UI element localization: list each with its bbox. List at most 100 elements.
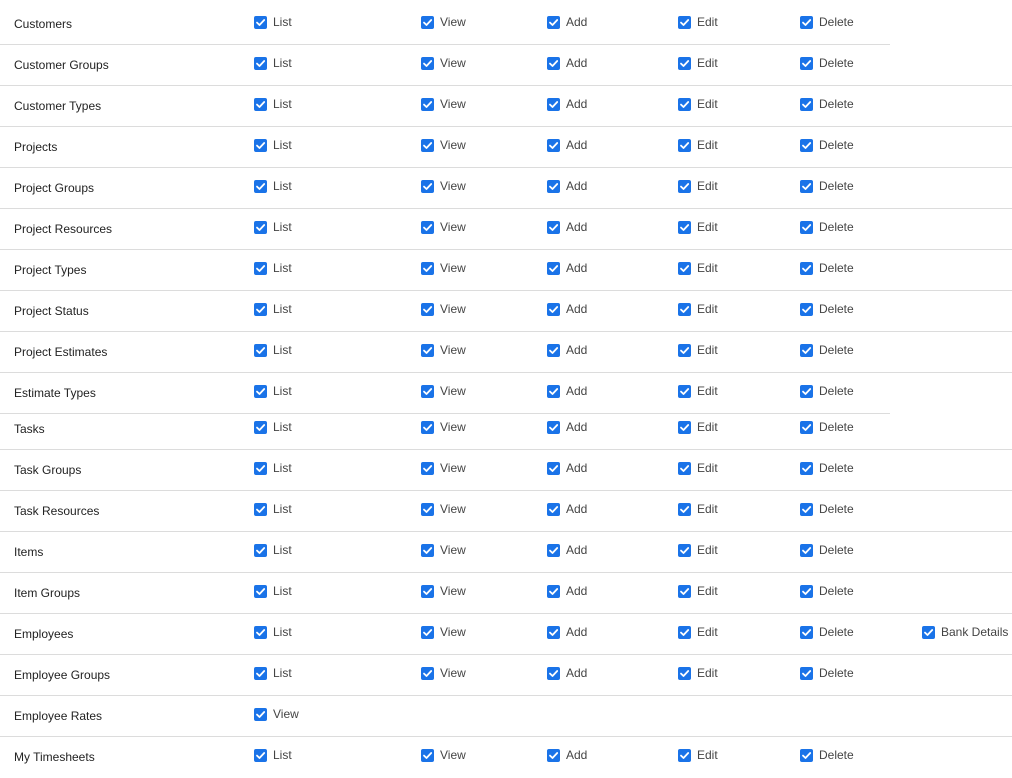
permission-delete-checkbox[interactable]: Delete: [800, 261, 854, 275]
permission-list-checkbox[interactable]: List: [254, 625, 292, 639]
permission-delete-checkbox[interactable]: Delete: [800, 220, 854, 234]
permission-list-checkbox[interactable]: List: [254, 543, 292, 557]
checkmark-icon[interactable]: [678, 502, 691, 516]
permission-list-checkbox[interactable]: List: [254, 138, 292, 152]
checkmark-icon[interactable]: [254, 420, 267, 434]
permission-view-checkbox[interactable]: View: [421, 748, 466, 762]
checkmark-icon[interactable]: [254, 261, 267, 275]
permission-add-checkbox[interactable]: Add: [547, 343, 587, 357]
checkmark-icon[interactable]: [800, 138, 813, 152]
checkmark-icon[interactable]: [800, 343, 813, 357]
checkmark-icon[interactable]: [421, 420, 434, 434]
checkmark-icon[interactable]: [254, 461, 267, 475]
checkmark-icon[interactable]: [254, 584, 267, 598]
permission-view-checkbox[interactable]: View: [421, 384, 466, 398]
checkmark-icon[interactable]: [800, 461, 813, 475]
permission-delete-checkbox[interactable]: Delete: [800, 420, 854, 434]
permission-add-checkbox[interactable]: Add: [547, 56, 587, 70]
checkmark-icon[interactable]: [421, 666, 434, 680]
permission-edit-checkbox[interactable]: Edit: [678, 220, 718, 234]
permission-edit-checkbox[interactable]: Edit: [678, 97, 718, 111]
permission-add-checkbox[interactable]: Add: [547, 420, 587, 434]
checkmark-icon[interactable]: [678, 625, 691, 639]
checkmark-icon[interactable]: [421, 261, 434, 275]
permission-delete-checkbox[interactable]: Delete: [800, 748, 854, 762]
checkmark-icon[interactable]: [254, 179, 267, 193]
permission-list-checkbox[interactable]: List: [254, 748, 292, 762]
permission-view-checkbox[interactable]: View: [421, 343, 466, 357]
permission-edit-checkbox[interactable]: Edit: [678, 138, 718, 152]
permission-delete-checkbox[interactable]: Delete: [800, 302, 854, 316]
checkmark-icon[interactable]: [254, 625, 267, 639]
checkmark-icon[interactable]: [800, 97, 813, 111]
checkmark-icon[interactable]: [421, 56, 434, 70]
permission-list-checkbox[interactable]: List: [254, 220, 292, 234]
permission-edit-checkbox[interactable]: Edit: [678, 748, 718, 762]
permission-list-checkbox[interactable]: List: [254, 97, 292, 111]
checkmark-icon[interactable]: [421, 384, 434, 398]
checkmark-icon[interactable]: [254, 97, 267, 111]
permission-view-checkbox[interactable]: View: [421, 543, 466, 557]
permission-edit-checkbox[interactable]: Edit: [678, 502, 718, 516]
checkmark-icon[interactable]: [547, 261, 560, 275]
permission-add-checkbox[interactable]: Add: [547, 666, 587, 680]
permission-list-checkbox[interactable]: List: [254, 56, 292, 70]
checkmark-icon[interactable]: [547, 179, 560, 193]
checkmark-icon[interactable]: [800, 748, 813, 762]
permission-list-checkbox[interactable]: List: [254, 261, 292, 275]
permission-delete-checkbox[interactable]: Delete: [800, 502, 854, 516]
checkmark-icon[interactable]: [421, 220, 434, 234]
checkmark-icon[interactable]: [254, 543, 267, 557]
checkmark-icon[interactable]: [421, 138, 434, 152]
checkmark-icon[interactable]: [800, 502, 813, 516]
checkmark-icon[interactable]: [678, 748, 691, 762]
permission-view-checkbox[interactable]: View: [421, 420, 466, 434]
permission-view-checkbox[interactable]: View: [421, 97, 466, 111]
checkmark-icon[interactable]: [547, 543, 560, 557]
permission-delete-checkbox[interactable]: Delete: [800, 584, 854, 598]
permission-view-checkbox[interactable]: View: [421, 15, 466, 29]
checkmark-icon[interactable]: [547, 384, 560, 398]
checkmark-icon[interactable]: [800, 261, 813, 275]
permission-delete-checkbox[interactable]: Delete: [800, 625, 854, 639]
permission-add-checkbox[interactable]: Add: [547, 179, 587, 193]
permission-list-checkbox[interactable]: List: [254, 461, 292, 475]
checkmark-icon[interactable]: [547, 625, 560, 639]
permission-add-checkbox[interactable]: Add: [547, 502, 587, 516]
checkmark-icon[interactable]: [547, 15, 560, 29]
checkmark-icon[interactable]: [678, 420, 691, 434]
checkmark-icon[interactable]: [547, 502, 560, 516]
permission-delete-checkbox[interactable]: Delete: [800, 138, 854, 152]
permission-view-checkbox[interactable]: View: [421, 56, 466, 70]
checkmark-icon[interactable]: [421, 15, 434, 29]
permission-edit-checkbox[interactable]: Edit: [678, 343, 718, 357]
checkmark-icon[interactable]: [421, 625, 434, 639]
permission-add-checkbox[interactable]: Add: [547, 97, 587, 111]
checkmark-icon[interactable]: [421, 302, 434, 316]
checkmark-icon[interactable]: [547, 302, 560, 316]
checkmark-icon[interactable]: [678, 343, 691, 357]
checkmark-icon[interactable]: [800, 584, 813, 598]
checkmark-icon[interactable]: [547, 748, 560, 762]
permission-add-checkbox[interactable]: Add: [547, 584, 587, 598]
checkmark-icon[interactable]: [678, 584, 691, 598]
permission-delete-checkbox[interactable]: Delete: [800, 384, 854, 398]
permission-add-checkbox[interactable]: Add: [547, 302, 587, 316]
checkmark-icon[interactable]: [254, 748, 267, 762]
permission-edit-checkbox[interactable]: Edit: [678, 584, 718, 598]
permission-view-checkbox[interactable]: View: [421, 302, 466, 316]
checkmark-icon[interactable]: [678, 15, 691, 29]
checkmark-icon[interactable]: [678, 220, 691, 234]
permission-edit-checkbox[interactable]: Edit: [678, 261, 718, 275]
permission-edit-checkbox[interactable]: Edit: [678, 179, 718, 193]
checkmark-icon[interactable]: [800, 543, 813, 557]
permission-view-checkbox[interactable]: View: [421, 584, 466, 598]
checkmark-icon[interactable]: [678, 543, 691, 557]
permission-add-checkbox[interactable]: Add: [547, 543, 587, 557]
checkmark-icon[interactable]: [547, 56, 560, 70]
permission-list-checkbox[interactable]: List: [254, 15, 292, 29]
checkmark-icon[interactable]: [800, 56, 813, 70]
checkmark-icon[interactable]: [254, 666, 267, 680]
checkmark-icon[interactable]: [421, 543, 434, 557]
checkmark-icon[interactable]: [800, 420, 813, 434]
